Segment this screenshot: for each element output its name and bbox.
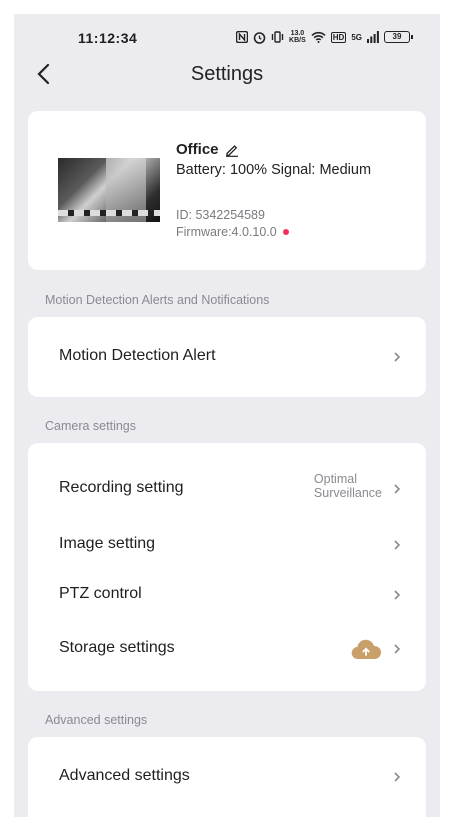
- section-camera-label: Camera settings: [45, 419, 137, 433]
- page-title: Settings: [190, 63, 264, 85]
- chevron-right-icon: [394, 644, 401, 654]
- chevron-right-icon: [394, 772, 401, 782]
- device-name-row: Office: [176, 141, 239, 158]
- cloud-upload-icon: [351, 639, 382, 660]
- speed-unit: KB/S: [289, 37, 306, 44]
- firmware-row: Firmware:4.0.10.0: [176, 225, 289, 239]
- chevron-right-icon: [394, 484, 401, 494]
- advanced-settings-label: Advanced settings: [59, 767, 190, 784]
- ptz-control-label: PTZ control: [59, 585, 142, 602]
- status-bar: 11:12:34 13.0 KB/S HD 5G 39: [14, 28, 440, 50]
- section-motion-label: Motion Detection Alerts and Notification…: [45, 293, 270, 307]
- header: Settings: [14, 58, 440, 98]
- hd-badge: HD: [330, 31, 347, 43]
- battery-signal-text: Battery: 100% Signal: Medium: [176, 162, 372, 178]
- motion-detection-alert-label: Motion Detection Alert: [59, 347, 216, 364]
- device-id: ID: 5342254589: [176, 208, 265, 222]
- advanced-card: Advanced settings: [28, 737, 426, 817]
- wifi-icon: [311, 31, 326, 43]
- camera-thumbnail[interactable]: [58, 158, 160, 222]
- device-name: Office: [176, 141, 219, 158]
- device-card[interactable]: Office Battery: 100% Signal: Medium ID: …: [28, 111, 426, 270]
- chevron-right-icon: [394, 590, 401, 600]
- recording-value-line-1: Optimal: [313, 472, 357, 486]
- recording-setting-label: Recording setting: [59, 479, 184, 496]
- status-icons: 13.0 KB/S HD 5G 39: [236, 30, 413, 44]
- update-dot-icon: [282, 229, 289, 235]
- app-screen: 11:12:34 13.0 KB/S HD 5G 39 Settings Offi…: [14, 14, 440, 817]
- motion-card: Motion Detection Alert: [28, 317, 426, 397]
- network-speed: 13.0 KB/S: [289, 30, 306, 44]
- firmware-version: Firmware:4.0.10.0: [176, 225, 277, 239]
- image-setting-label: Image setting: [59, 535, 156, 552]
- edit-icon[interactable]: [225, 143, 239, 157]
- nfc-icon: [236, 31, 249, 43]
- advanced-settings-row[interactable]: Advanced settings: [28, 755, 426, 799]
- signal-icon: [367, 31, 379, 43]
- speed-value: 13.0: [290, 30, 305, 37]
- recording-setting-row[interactable]: Recording setting Optimal Surveillance: [28, 467, 426, 511]
- network-type: 5G: [351, 32, 362, 42]
- camera-settings-card: Recording setting Optimal Surveillance I…: [28, 443, 426, 691]
- alarm-icon: [253, 31, 266, 44]
- section-advanced-label: Advanced settings: [45, 713, 148, 727]
- status-time: 11:12:34: [78, 30, 138, 46]
- battery-icon: 39: [384, 31, 413, 43]
- storage-settings-label: Storage settings: [59, 639, 175, 656]
- ptz-control-row[interactable]: PTZ control: [28, 573, 426, 617]
- motion-detection-alert-row[interactable]: Motion Detection Alert: [28, 335, 426, 379]
- chevron-right-icon: [394, 540, 401, 550]
- recording-setting-value: Optimal Surveillance: [314, 472, 382, 500]
- storage-settings-row[interactable]: Storage settings: [28, 627, 426, 671]
- chevron-right-icon: [394, 352, 401, 362]
- vibrate-icon: [271, 31, 284, 43]
- recording-value-line-2: Surveillance: [313, 486, 382, 500]
- image-setting-row[interactable]: Image setting: [28, 523, 426, 567]
